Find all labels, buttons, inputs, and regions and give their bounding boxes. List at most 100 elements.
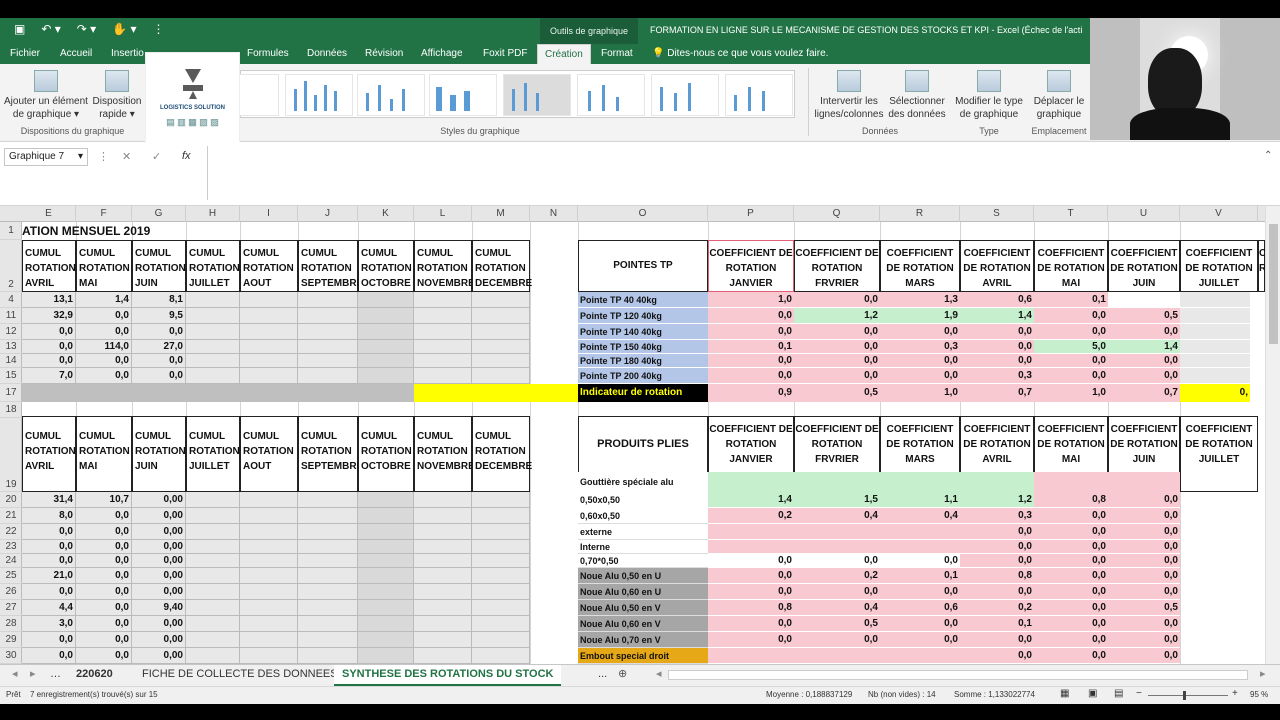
coef-cell[interactable]: 0,3 <box>960 368 1034 384</box>
coef-cell-lower-top[interactable] <box>880 472 960 492</box>
column-header[interactable]: I <box>240 206 298 222</box>
name-box[interactable]: Graphique 7 ▾ <box>4 148 88 166</box>
indicator-cell[interactable]: 0,7 <box>960 384 1034 402</box>
cumul-cell-lower[interactable] <box>414 492 472 508</box>
cumul-cell-lower[interactable]: 0,00 <box>132 554 186 568</box>
cumul-cell-lower[interactable] <box>472 554 530 568</box>
row-header[interactable]: 1 <box>0 222 22 240</box>
cumul-header[interactable]: CUMUL ROTATION JUILLET <box>186 240 240 292</box>
row-header[interactable]: 25 <box>0 568 22 584</box>
chart-style-2[interactable] <box>285 74 353 116</box>
tab-overflow[interactable]: … <box>42 665 69 686</box>
coef-cell-juillet[interactable] <box>1180 340 1250 354</box>
cumul-cell-lower[interactable]: 0,0 <box>76 648 132 664</box>
row-header[interactable]: 14 <box>0 354 22 368</box>
column-header[interactable]: M <box>472 206 530 222</box>
cumul-cell-lower[interactable]: 0,00 <box>132 492 186 508</box>
cumul-cell[interactable] <box>240 308 298 324</box>
cumul-cell-lower[interactable] <box>414 554 472 568</box>
cumul-cell[interactable] <box>358 340 414 354</box>
cumul-cell-lower[interactable] <box>298 492 358 508</box>
tab-accueil[interactable]: Accueil <box>60 48 92 59</box>
coef-cell[interactable]: 0,0 <box>1108 368 1180 384</box>
cumul-cell-lower[interactable]: 0,00 <box>132 524 186 540</box>
tab-insertion[interactable]: Insertio <box>111 48 144 59</box>
coef-cell-lower[interactable] <box>708 648 794 664</box>
coef-cell[interactable]: 0,5 <box>1108 308 1180 324</box>
produit-name[interactable]: Gouttière spéciale alu <box>578 472 708 492</box>
row-header[interactable]: 15 <box>0 368 22 384</box>
cumul-cell-lower[interactable] <box>472 524 530 540</box>
coef-cell[interactable]: 0,0 <box>880 354 960 368</box>
cumul-header-lower[interactable]: CUMUL ROTATION JUIN <box>132 416 186 492</box>
row-header[interactable]: 23 <box>0 540 22 554</box>
pointe-name[interactable]: Pointe TP 120 40kg <box>578 308 708 324</box>
coef-cell-juillet[interactable] <box>1180 354 1250 368</box>
coef-header[interactable]: COEFFICIENT DE ROTATION JANVIER <box>708 240 794 292</box>
cumul-cell-lower[interactable] <box>298 648 358 664</box>
cumul-cell-lower[interactable] <box>240 632 298 648</box>
cumul-cell-lower[interactable] <box>414 540 472 554</box>
column-header[interactable]: V <box>1180 206 1258 222</box>
coef-cell-lower[interactable]: 0,0 <box>960 554 1034 568</box>
coef-cell-lower[interactable]: 0,0 <box>1034 568 1108 584</box>
cumul-cell-lower[interactable] <box>358 584 414 600</box>
scroll-tabs-right-icon[interactable]: ▸ <box>22 665 44 686</box>
cumul-cell[interactable] <box>298 354 358 368</box>
zoom-slider[interactable] <box>1148 695 1228 696</box>
produit-name[interactable]: Noue Alu 0,60 en V <box>578 616 708 632</box>
cumul-cell-lower[interactable]: 4,4 <box>22 600 76 616</box>
tab-formules[interactable]: Formules <box>247 48 289 59</box>
summary-yellow-m[interactable] <box>474 384 532 402</box>
column-header[interactable]: Q <box>794 206 880 222</box>
column-header[interactable]: H <box>186 206 240 222</box>
coef-cell[interactable]: 0,3 <box>880 340 960 354</box>
cumul-header[interactable]: CUMUL ROTATION JUIN <box>132 240 186 292</box>
cumul-cell-lower[interactable] <box>472 648 530 664</box>
cumul-cell-lower[interactable] <box>298 616 358 632</box>
cumul-cell-lower[interactable]: 0,0 <box>22 584 76 600</box>
coef-cell-lower-top[interactable] <box>708 472 794 492</box>
coef-cell[interactable]: 0,0 <box>1034 324 1108 340</box>
produit-name[interactable]: 0,70*0,50 <box>578 554 708 568</box>
row-header[interactable]: 17 <box>0 384 22 402</box>
cumul-cell[interactable] <box>298 308 358 324</box>
cumul-header[interactable]: CUMUL ROTATION SEPTEMBRE <box>298 240 363 292</box>
cumul-header-lower[interactable]: CUMUL ROTATION OCTOBRE <box>358 416 414 492</box>
cumul-cell-lower[interactable] <box>472 492 530 508</box>
cumul-header-lower[interactable]: CUMUL ROTATION SEPTEMBRE <box>298 416 363 492</box>
coef-cell-lower[interactable] <box>880 648 960 664</box>
coef-cell[interactable]: 0,0 <box>794 354 880 368</box>
coef-cell-lower[interactable]: 0,0 <box>1108 568 1180 584</box>
coef-cell-lower[interactable]: 0,6 <box>880 600 960 616</box>
coef-cell[interactable]: 0,0 <box>794 368 880 384</box>
coef-cell[interactable]: 1,9 <box>880 308 960 324</box>
cumul-cell[interactable] <box>240 354 298 368</box>
coef-cell-lower[interactable]: 1,4 <box>708 492 794 508</box>
cumul-cell-lower[interactable]: 0,0 <box>76 554 132 568</box>
cumul-cell-lower[interactable]: 0,00 <box>132 508 186 524</box>
cumul-cell[interactable] <box>298 368 358 384</box>
cumul-cell[interactable] <box>414 324 472 340</box>
coef-cell[interactable]: 1,0 <box>708 292 794 308</box>
coef-cell-lower[interactable]: 0,0 <box>1034 554 1108 568</box>
hscroll-right-icon[interactable]: ▸ <box>1252 665 1274 686</box>
coef-cell-lower[interactable]: 0,4 <box>794 508 880 524</box>
column-header[interactable]: S <box>960 206 1034 222</box>
move-chart-button[interactable]: Déplacer le graphique <box>1030 68 1088 121</box>
coef-cell-lower[interactable]: 1,5 <box>794 492 880 508</box>
worksheet-grid[interactable]: ATION MENSUEL 2019 CUMUL ROTATION AVRIL CU… <box>22 222 1265 664</box>
cumul-cell[interactable] <box>472 308 530 324</box>
cumul-cell[interactable] <box>414 340 472 354</box>
coef-cell-lower[interactable]: 0,0 <box>708 632 794 648</box>
coef-cell-lower-top[interactable] <box>1108 472 1180 492</box>
coef-cell-lower[interactable]: 0,0 <box>1034 616 1108 632</box>
cumul-cell-lower[interactable] <box>186 524 240 540</box>
row-header[interactable]: 22 <box>0 524 22 540</box>
coef-cell-juillet[interactable] <box>1180 368 1250 384</box>
coef-header[interactable]: COEFFICIENT DE ROTATION JUILLET <box>1180 240 1258 292</box>
coef-cell[interactable]: 0,0 <box>880 368 960 384</box>
cumul-header[interactable]: CUMUL ROTATION NOVEMBRE <box>414 240 475 292</box>
save-icon[interactable]: ▣ <box>14 22 25 36</box>
cumul-cell[interactable] <box>240 340 298 354</box>
